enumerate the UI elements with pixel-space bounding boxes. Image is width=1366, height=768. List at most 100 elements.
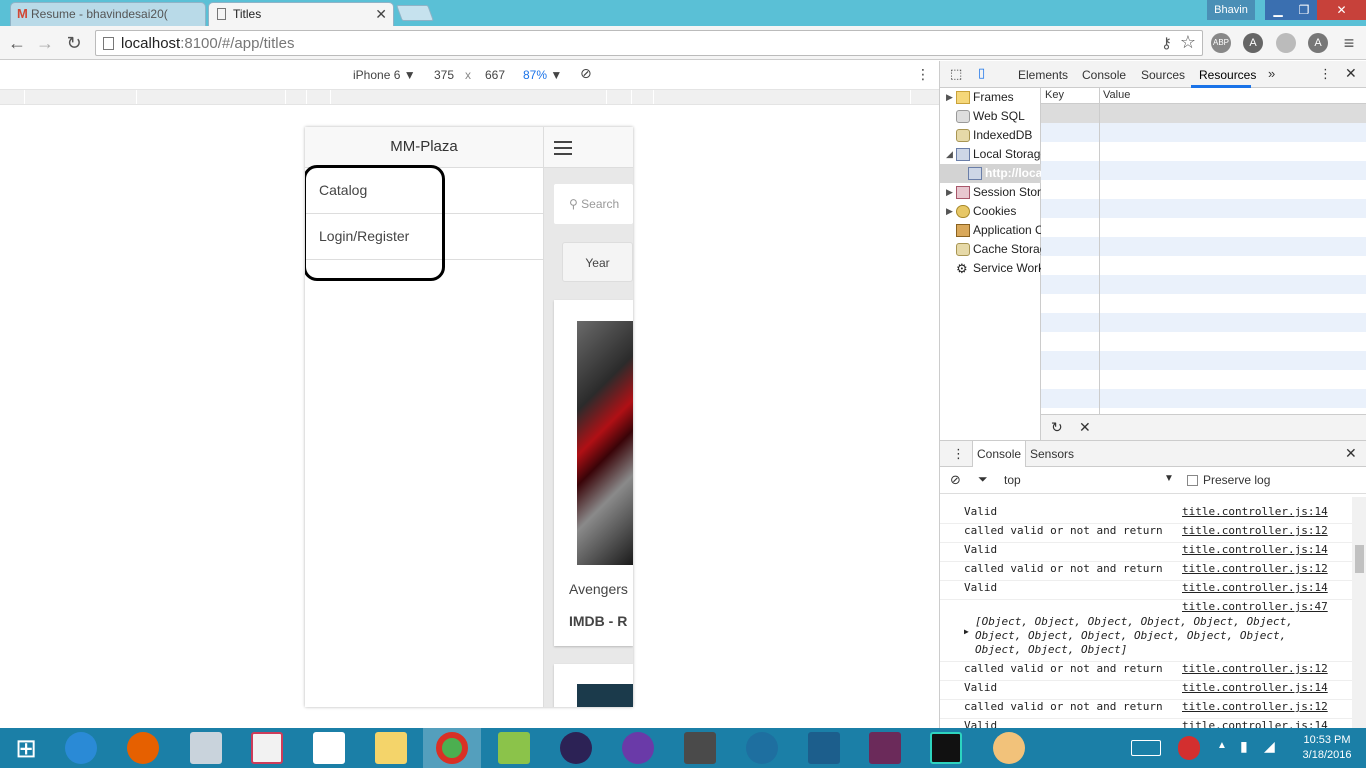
extension-icon[interactable] xyxy=(1276,33,1296,53)
movie-card[interactable] xyxy=(554,664,633,707)
eclipse-icon[interactable] xyxy=(560,732,592,764)
tab-sensors[interactable]: Sensors xyxy=(1026,441,1078,467)
delete-icon[interactable]: ✕ xyxy=(1079,419,1091,436)
minimize-icon[interactable]: ▁ xyxy=(1265,0,1291,20)
keyboard-icon[interactable] xyxy=(1131,740,1161,756)
sourcetree-icon[interactable] xyxy=(746,732,778,764)
close-devtools-icon[interactable]: ✕ xyxy=(1345,65,1357,82)
tab-resources[interactable]: Resources xyxy=(1199,68,1256,82)
internet-explorer-icon[interactable] xyxy=(65,732,97,764)
battery-icon[interactable]: ▮ xyxy=(1240,738,1248,755)
console-scrollbar[interactable] xyxy=(1352,497,1366,729)
tree-item-session-storage[interactable]: ▶Session Storage xyxy=(940,183,1041,202)
device-select[interactable]: iPhone 6 ▼ xyxy=(353,68,416,82)
network-icon[interactable]: ◢ xyxy=(1264,738,1275,755)
source-link[interactable]: title.controller.js:14 xyxy=(1182,581,1328,594)
windows-start-icon[interactable]: ⊞ xyxy=(10,732,42,764)
year-button[interactable]: Year xyxy=(562,242,633,282)
tree-item-local-storage[interactable]: ◢ Local Storage xyxy=(940,145,1041,164)
source-link[interactable]: title.controller.js:14 xyxy=(1182,505,1328,518)
tree-item-application-cache[interactable]: Application Cache xyxy=(940,221,1041,240)
close-window-icon[interactable]: ✕ xyxy=(1317,0,1366,20)
tree-item-localhost[interactable]: http://loca xyxy=(940,164,1041,183)
filter-icon[interactable]: ⏷ xyxy=(978,472,988,487)
bookmark-star-icon[interactable]: ☆ xyxy=(1180,32,1196,53)
address-bar[interactable]: localhost:8100/#/app/titles ⚷ ☆ xyxy=(95,30,1203,56)
system-clock[interactable]: 10:53 PM 3/18/2016 xyxy=(1297,733,1357,763)
chevron-down-icon[interactable]: ▼ xyxy=(1164,473,1174,484)
source-link[interactable]: title.controller.js:47 xyxy=(1182,600,1328,613)
key-icon[interactable]: ⚷ xyxy=(1161,34,1172,52)
zoom-select[interactable]: 87% ▼ xyxy=(523,68,562,82)
maximize-icon[interactable]: ❐ xyxy=(1291,0,1317,20)
device-mode-icon[interactable]: ▯ xyxy=(978,65,985,81)
tab-console-drawer[interactable]: Console xyxy=(972,441,1027,467)
forward-icon[interactable]: → xyxy=(34,32,56,54)
tree-item-cookies[interactable]: ▶ Cookies xyxy=(940,202,1041,221)
drawer-menu-icon[interactable]: ⋮ xyxy=(952,446,965,462)
column-key[interactable]: Key xyxy=(1045,89,1064,101)
inspect-element-icon[interactable]: ⬚ xyxy=(950,66,962,82)
file-explorer-icon[interactable] xyxy=(375,732,407,764)
source-link[interactable]: title.controller.js:14 xyxy=(1182,681,1328,694)
tree-item-frames[interactable]: ▶ Frames xyxy=(940,88,1041,107)
search-input[interactable]: ⚲ Search xyxy=(554,184,633,224)
refresh-icon[interactable]: ↻ xyxy=(1051,419,1063,436)
angular-icon[interactable]: A xyxy=(1308,33,1328,53)
context-select[interactable]: top xyxy=(1004,473,1021,487)
hamburger-menu-icon[interactable] xyxy=(554,141,572,155)
column-value[interactable]: Value xyxy=(1103,89,1130,101)
tree-item-cache-storage[interactable]: Cache Storage xyxy=(940,240,1041,259)
rotate-icon[interactable]: ⊘ xyxy=(580,65,592,82)
source-link[interactable]: title.controller.js:12 xyxy=(1182,524,1328,537)
device-width[interactable]: 375 xyxy=(434,68,454,82)
webstorm-icon[interactable] xyxy=(930,732,962,764)
new-tab-button[interactable] xyxy=(396,5,434,21)
expand-triangle-icon[interactable]: ▶ xyxy=(964,627,969,636)
notification-alert-icon[interactable] xyxy=(1178,736,1200,760)
devtools-menu-icon[interactable]: ⋮ xyxy=(1319,66,1332,82)
source-link[interactable]: title.controller.js:12 xyxy=(1182,662,1328,675)
preserve-log-checkbox[interactable] xyxy=(1187,475,1198,486)
java-ee-ide-icon[interactable] xyxy=(869,732,901,764)
source-link[interactable]: title.controller.js:12 xyxy=(1182,700,1328,713)
chrome-icon[interactable] xyxy=(436,732,468,764)
movie-card[interactable]: Avengers IMDB - R xyxy=(554,300,633,646)
scrollbar-thumb[interactable] xyxy=(1355,545,1364,573)
source-link[interactable]: title.controller.js:14 xyxy=(1182,543,1328,556)
console-object-line[interactable]: title.controller.js:47 ▶ [Object, Object… xyxy=(940,600,1352,662)
device-height[interactable]: 667 xyxy=(485,68,505,82)
paint-icon[interactable] xyxy=(993,732,1025,764)
table-row[interactable] xyxy=(1041,104,1366,123)
tab-console[interactable]: Console xyxy=(1082,68,1126,82)
tree-item-service-workers[interactable]: ⚙Service Workers xyxy=(940,259,1041,278)
reload-icon[interactable]: ↻ xyxy=(63,32,85,54)
chrome-menu-icon[interactable]: ≡ xyxy=(1338,32,1360,54)
back-icon[interactable]: ← xyxy=(6,32,28,54)
adblock-plus-icon[interactable]: ABP xyxy=(1211,33,1231,53)
tree-item-indexeddb[interactable]: IndexedDB xyxy=(940,126,1041,145)
more-tabs-icon[interactable]: » xyxy=(1268,66,1275,81)
eclipse-ee-icon[interactable] xyxy=(622,732,654,764)
source-link[interactable]: title.controller.js:12 xyxy=(1182,562,1328,575)
sublime-text-icon[interactable] xyxy=(684,732,716,764)
clear-console-icon[interactable]: ⊘ xyxy=(950,472,961,488)
close-drawer-icon[interactable]: ✕ xyxy=(1345,445,1357,462)
tree-item-web-sql[interactable]: Web SQL xyxy=(940,107,1041,126)
tab-sources[interactable]: Sources xyxy=(1141,68,1185,82)
show-hidden-icons[interactable]: ▲ xyxy=(1217,740,1227,751)
database-tool-icon[interactable] xyxy=(190,732,222,764)
firefox-icon[interactable] xyxy=(127,732,159,764)
close-tab-icon[interactable]: ✕ xyxy=(375,3,387,25)
tab-gmail[interactable]: M Resume - bhavindesai20( xyxy=(10,2,206,26)
profile-button[interactable]: Bhavin xyxy=(1207,0,1255,20)
notepad-plus-icon[interactable] xyxy=(498,732,530,764)
tab-elements[interactable]: Elements xyxy=(1018,68,1068,82)
mysql-workbench-icon[interactable] xyxy=(808,732,840,764)
page-info-icon[interactable] xyxy=(103,37,114,50)
slack-icon[interactable] xyxy=(251,732,283,764)
dropbox-icon[interactable] xyxy=(313,732,345,764)
more-options-icon[interactable]: ⋮ xyxy=(916,66,930,83)
extension-a-icon[interactable]: A xyxy=(1243,33,1263,53)
tab-titles[interactable]: Titles ✕ xyxy=(208,2,394,26)
